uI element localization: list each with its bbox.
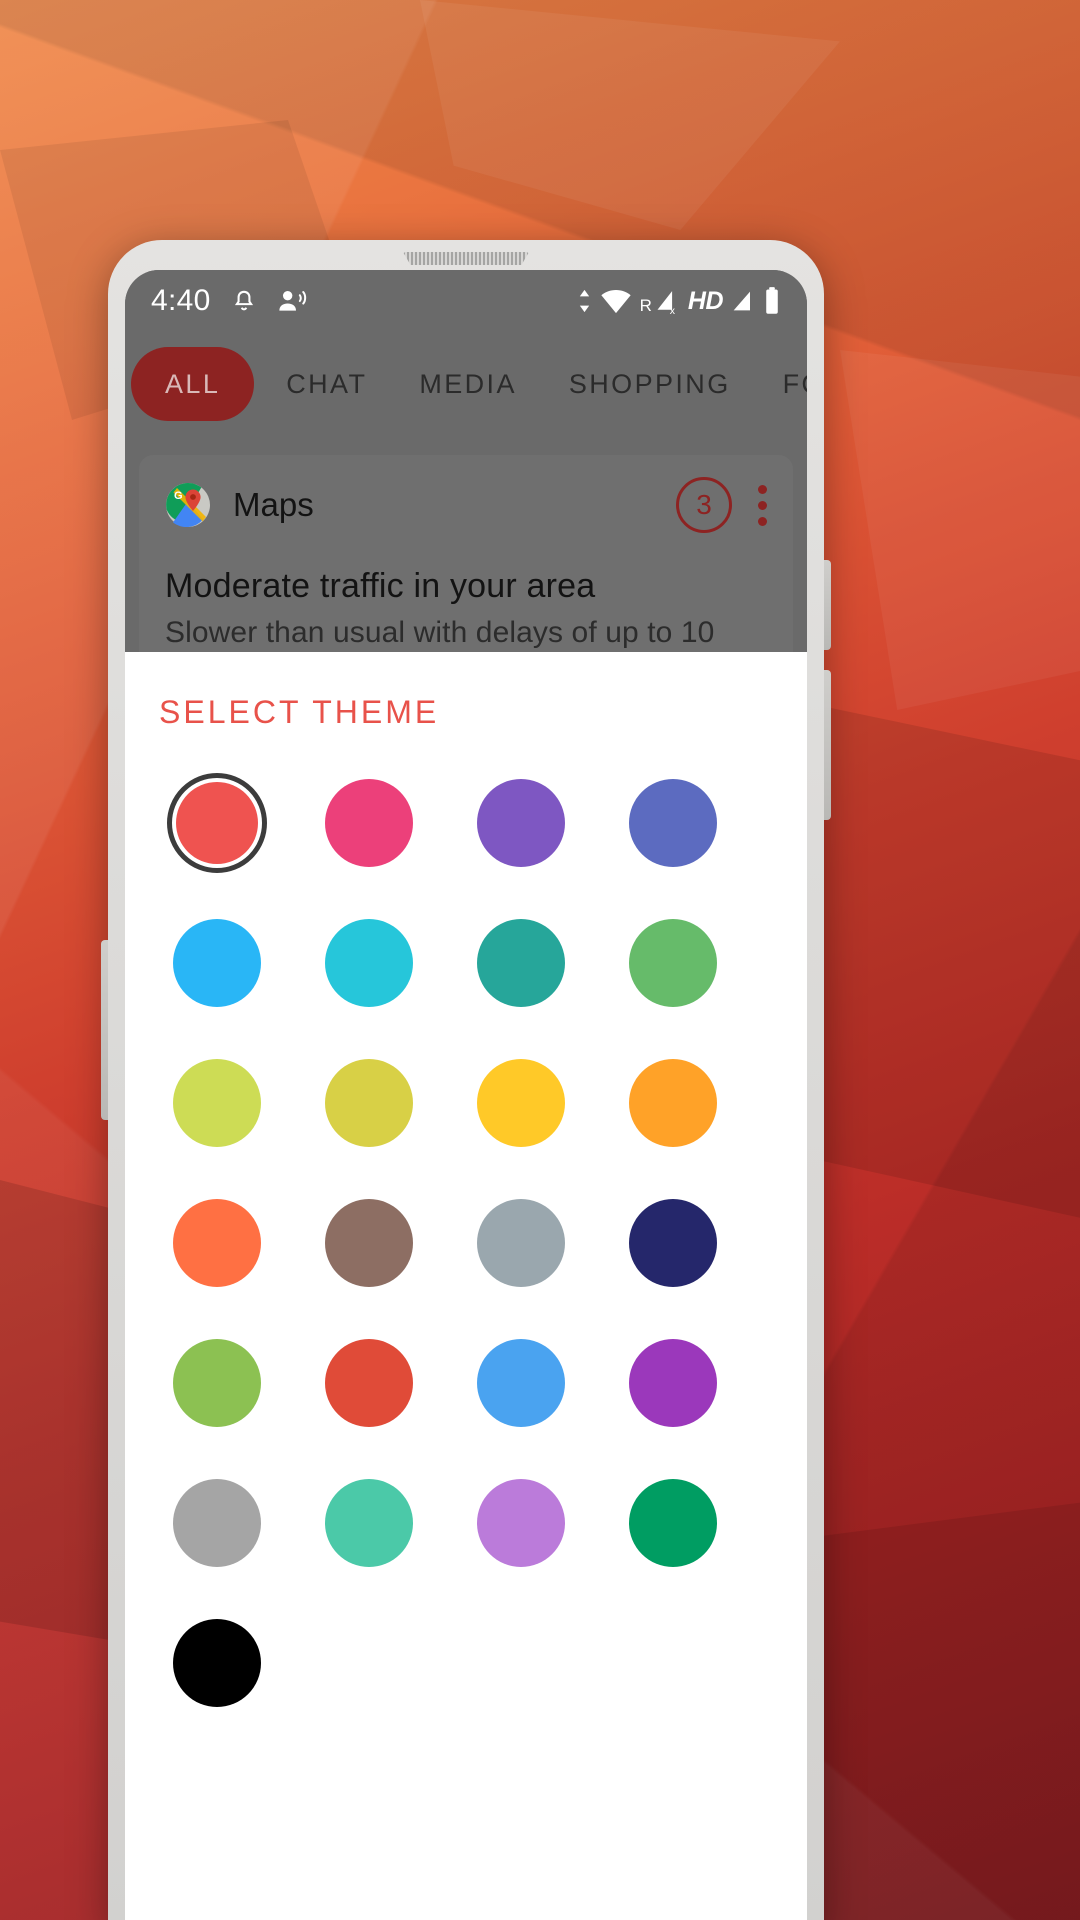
swatch-color-circle xyxy=(173,1619,261,1707)
tab-food[interactable]: FO xyxy=(757,369,807,400)
phone-device-frame: 4:40 R x HD ALL CHAT MEDIA SHOPPING F G … xyxy=(101,240,831,1920)
swatch-color-circle xyxy=(173,1199,261,1287)
theme-swatch-lime[interactable] xyxy=(165,1051,269,1155)
theme-color-grid[interactable] xyxy=(125,771,807,1715)
tab-shopping[interactable]: SHOPPING xyxy=(543,369,757,400)
theme-swatch-cyan[interactable] xyxy=(317,911,421,1015)
theme-swatch-deep-purple[interactable] xyxy=(469,771,573,875)
theme-swatch-indigo[interactable] xyxy=(621,771,725,875)
voice-contact-icon xyxy=(277,287,309,315)
theme-swatch-brown[interactable] xyxy=(317,1191,421,1295)
swatch-color-circle xyxy=(629,1199,717,1287)
notification-title: Moderate traffic in your area xyxy=(165,567,596,605)
wifi-icon xyxy=(599,287,633,315)
swatch-color-circle xyxy=(173,1059,261,1147)
tab-all[interactable]: ALL xyxy=(131,347,255,421)
theme-swatch-deep-orange[interactable] xyxy=(165,1191,269,1295)
screenshot-root: 4:40 R x HD ALL CHAT MEDIA SHOPPING F G … xyxy=(0,0,1080,1920)
theme-swatch-green[interactable] xyxy=(621,911,725,1015)
roaming-r-icon: R xyxy=(639,296,652,315)
theme-swatch-mint[interactable] xyxy=(317,1471,421,1575)
notification-bell-icon xyxy=(231,287,257,315)
power-button[interactable] xyxy=(824,560,831,650)
select-theme-bottom-sheet: SELECT THEME xyxy=(125,652,807,1920)
theme-swatch-grey[interactable] xyxy=(165,1471,269,1575)
swatch-color-circle xyxy=(629,919,717,1007)
theme-swatch-black[interactable] xyxy=(165,1611,269,1715)
swatch-color-circle xyxy=(477,919,565,1007)
svg-text:G: G xyxy=(174,490,183,502)
data-transfer-icon xyxy=(577,287,592,315)
svg-text:x: x xyxy=(670,305,676,315)
side-button-left[interactable] xyxy=(101,940,108,1120)
swatch-color-circle xyxy=(325,1479,413,1567)
volume-button[interactable] xyxy=(824,670,831,820)
theme-swatch-light-green[interactable] xyxy=(165,1331,269,1435)
swatch-color-circle xyxy=(173,1479,261,1567)
swatch-color-circle xyxy=(325,1339,413,1427)
notification-category-tabs[interactable]: ALL CHAT MEDIA SHOPPING FO xyxy=(125,332,807,436)
theme-swatch-dark-yellow[interactable] xyxy=(317,1051,421,1155)
swatch-color-circle xyxy=(477,1339,565,1427)
swatch-color-circle xyxy=(629,1479,717,1567)
swatch-color-circle xyxy=(477,1199,565,1287)
theme-swatch-blue-grey[interactable] xyxy=(469,1191,573,1295)
more-vertical-icon[interactable] xyxy=(758,484,767,526)
swatch-color-circle xyxy=(477,779,565,867)
sheet-title: SELECT THEME xyxy=(159,694,440,730)
theme-swatch-emerald[interactable] xyxy=(621,1471,725,1575)
swatch-color-circle xyxy=(629,1339,717,1427)
signal-off-icon: x xyxy=(655,287,681,315)
theme-swatch-red[interactable] xyxy=(317,1331,421,1435)
status-time: 4:40 xyxy=(151,284,211,317)
swatch-color-circle xyxy=(477,1059,565,1147)
cellular-signal-icon xyxy=(730,287,756,315)
swatch-color-circle xyxy=(629,1059,717,1147)
notification-count-badge[interactable]: 3 xyxy=(676,477,732,533)
swatch-color-circle xyxy=(173,1339,261,1427)
theme-swatch-coral-red[interactable] xyxy=(165,771,269,875)
tab-chat[interactable]: CHAT xyxy=(260,369,393,400)
theme-swatch-orange[interactable] xyxy=(621,1051,725,1155)
swatch-color-circle xyxy=(325,919,413,1007)
theme-swatch-light-blue[interactable] xyxy=(165,911,269,1015)
phone-screen: 4:40 R x HD ALL CHAT MEDIA SHOPPING F G … xyxy=(125,270,807,1920)
status-bar: 4:40 R x HD xyxy=(125,270,807,332)
theme-swatch-violet[interactable] xyxy=(621,1331,725,1435)
theme-swatch-amber[interactable] xyxy=(469,1051,573,1155)
earpiece-speaker-grille xyxy=(403,252,529,265)
swatch-color-circle xyxy=(325,1059,413,1147)
tab-media[interactable]: MEDIA xyxy=(393,369,543,400)
battery-icon xyxy=(763,286,781,316)
swatch-color-circle xyxy=(173,919,261,1007)
theme-swatch-bright-blue[interactable] xyxy=(469,1331,573,1435)
swatch-color-circle xyxy=(325,1199,413,1287)
swatch-color-circle xyxy=(176,782,258,864)
hd-icon: HD xyxy=(687,286,724,315)
swatch-color-circle xyxy=(629,779,717,867)
theme-swatch-light-purple[interactable] xyxy=(469,1471,573,1575)
notification-app-name: Maps xyxy=(233,486,314,523)
notification-card-header: G Maps 3 xyxy=(165,477,767,533)
theme-swatch-teal[interactable] xyxy=(469,911,573,1015)
google-maps-icon: G xyxy=(165,482,211,528)
theme-swatch-pink[interactable] xyxy=(317,771,421,875)
swatch-color-circle xyxy=(325,779,413,867)
swatch-color-circle xyxy=(477,1479,565,1567)
theme-swatch-navy[interactable] xyxy=(621,1191,725,1295)
